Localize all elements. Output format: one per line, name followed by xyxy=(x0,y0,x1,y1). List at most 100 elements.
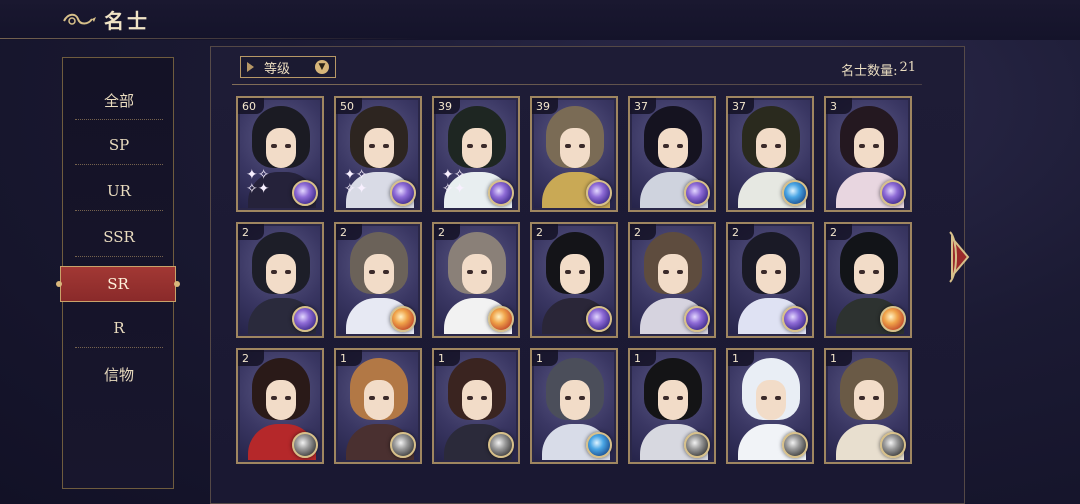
sidebar-item-r[interactable]: R xyxy=(75,310,163,346)
hero-card[interactable]: 2 xyxy=(236,348,324,464)
hero-card[interactable]: 2 xyxy=(530,222,618,338)
hero-card[interactable]: 2 xyxy=(628,222,716,338)
sidebar-item-sp[interactable]: SP xyxy=(75,127,163,163)
sort-dropdown[interactable]: 等级 ▼ xyxy=(240,56,336,78)
portrait-eye xyxy=(677,270,683,274)
hero-card[interactable]: 2 xyxy=(432,222,520,338)
portrait-face xyxy=(266,380,296,420)
hero-level-badge: 39 xyxy=(532,98,558,114)
faction-emblem-icon xyxy=(488,306,514,332)
faction-emblem-icon xyxy=(684,180,710,206)
hero-level-badge: 50 xyxy=(336,98,362,114)
hero-card[interactable]: 2 xyxy=(726,222,814,338)
sidebar-divider xyxy=(75,164,163,165)
faction-emblem-icon xyxy=(880,432,906,458)
hero-card[interactable]: 1 xyxy=(726,348,814,464)
chevron-down-icon: ▼ xyxy=(315,60,329,74)
portrait-eye xyxy=(271,396,277,400)
portrait-eye xyxy=(873,396,879,400)
portrait-eye xyxy=(565,396,571,400)
portrait-eye xyxy=(383,144,389,148)
hero-level-badge: 2 xyxy=(532,224,558,240)
sort-label: 等级 xyxy=(264,61,291,77)
portrait-eye xyxy=(467,270,473,274)
hero-card[interactable]: 1 xyxy=(628,348,716,464)
rarity-sidebar: 全部 SP UR SSR SR R 信物 xyxy=(56,57,180,489)
portrait-eye xyxy=(271,270,277,274)
portrait-eye xyxy=(873,270,879,274)
sidebar-item-token[interactable]: 信物 xyxy=(75,356,163,392)
portrait-face xyxy=(364,254,394,294)
portrait-face xyxy=(756,128,786,168)
portrait-face xyxy=(560,128,590,168)
hero-level-badge: 37 xyxy=(728,98,754,114)
hero-card[interactable]: 2 xyxy=(334,222,422,338)
portrait-face xyxy=(756,254,786,294)
portrait-eye xyxy=(663,270,669,274)
hero-count-label: 名士数量: xyxy=(841,64,898,79)
portrait-eye xyxy=(369,396,375,400)
portrait-eye xyxy=(285,270,291,274)
sidebar-item-ur[interactable]: UR xyxy=(75,173,163,209)
faction-emblem-icon xyxy=(586,432,612,458)
faction-emblem-icon xyxy=(782,306,808,332)
cloud-back-icon[interactable] xyxy=(62,9,98,29)
portrait-face xyxy=(462,254,492,294)
portrait-face xyxy=(854,380,884,420)
sidebar-item-all[interactable]: 全部 xyxy=(75,82,163,118)
hero-card[interactable]: ✦✧ ✧✦ 60 xyxy=(236,96,324,212)
hero-level-badge: 1 xyxy=(728,350,754,366)
portrait-eye xyxy=(579,144,585,148)
portrait-eye xyxy=(481,396,487,400)
portrait-face xyxy=(854,254,884,294)
portrait-eye xyxy=(663,396,669,400)
sidebar-item-sr[interactable]: SR xyxy=(56,266,180,302)
faction-emblem-icon xyxy=(782,180,808,206)
hero-card[interactable]: 37 xyxy=(628,96,716,212)
portrait-eye xyxy=(663,144,669,148)
hero-card[interactable]: ✦✧ ✧✦ 50 xyxy=(334,96,422,212)
faction-emblem-icon xyxy=(488,180,514,206)
hero-level-badge: 1 xyxy=(630,350,656,366)
hero-level-badge: 37 xyxy=(630,98,656,114)
faction-emblem-icon xyxy=(684,306,710,332)
portrait-face xyxy=(854,128,884,168)
sidebar-divider xyxy=(75,347,163,348)
hero-level-badge: 1 xyxy=(532,350,558,366)
hero-card[interactable]: 1 xyxy=(824,348,912,464)
faction-emblem-icon xyxy=(390,432,416,458)
hero-level-badge: 2 xyxy=(336,224,362,240)
hero-card[interactable]: 37 xyxy=(726,96,814,212)
hero-card[interactable]: 3 xyxy=(824,96,912,212)
hero-card[interactable]: 2 xyxy=(236,222,324,338)
portrait-face xyxy=(658,380,688,420)
hero-card[interactable]: 39 xyxy=(530,96,618,212)
hero-card[interactable]: 2 xyxy=(824,222,912,338)
faction-emblem-icon xyxy=(390,180,416,206)
portrait-eye xyxy=(383,270,389,274)
portrait-eye xyxy=(565,270,571,274)
portrait-eye xyxy=(369,144,375,148)
sidebar-item-ssr[interactable]: SSR xyxy=(75,219,163,255)
page-title: 名士 xyxy=(104,8,150,33)
portrait-face xyxy=(560,254,590,294)
faction-emblem-icon xyxy=(684,432,710,458)
portrait-eye xyxy=(775,396,781,400)
faction-emblem-icon xyxy=(586,306,612,332)
hero-card[interactable]: 1 xyxy=(334,348,422,464)
portrait-eye xyxy=(467,396,473,400)
sidebar-divider xyxy=(75,119,163,120)
faction-emblem-icon xyxy=(292,432,318,458)
sparkle-icon: ✦✧ ✧✦ xyxy=(344,167,368,197)
hero-level-badge: 2 xyxy=(826,224,852,240)
hero-level-badge: 1 xyxy=(826,350,852,366)
portrait-eye xyxy=(481,144,487,148)
portrait-face xyxy=(756,380,786,420)
hero-card[interactable]: 1 xyxy=(432,348,520,464)
hero-card[interactable]: ✦✧ ✧✦ 39 xyxy=(432,96,520,212)
portrait-eye xyxy=(369,270,375,274)
hero-card[interactable]: 1 xyxy=(530,348,618,464)
portrait-face xyxy=(266,254,296,294)
portrait-face xyxy=(364,380,394,420)
next-page-arrow[interactable] xyxy=(948,224,970,290)
